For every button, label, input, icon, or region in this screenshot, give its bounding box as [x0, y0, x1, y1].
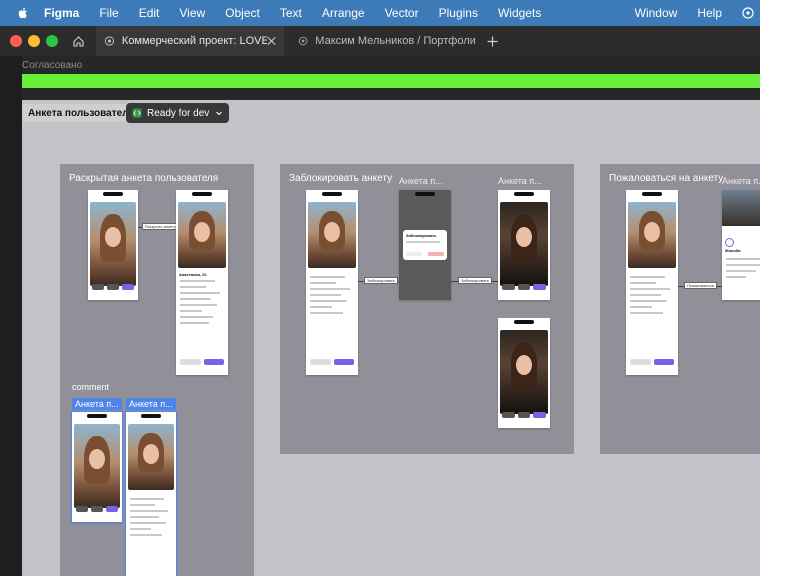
connector-tag: Заблокировать	[458, 277, 492, 284]
chevron-down-icon	[216, 111, 223, 116]
zoom-window-button[interactable]	[46, 35, 58, 47]
menu-help[interactable]: Help	[697, 6, 722, 20]
menu-view[interactable]: View	[179, 6, 205, 20]
menu-window[interactable]: Window	[635, 6, 678, 20]
frame-label: Анкета п...	[498, 176, 542, 186]
close-window-button[interactable]	[10, 35, 22, 47]
phone-frame-report-sheet[interactable]: Жалоба	[722, 190, 760, 300]
home-icon	[72, 35, 84, 47]
selected-frame-label[interactable]: Анкета п...	[126, 398, 176, 410]
selected-frame-label[interactable]: Анкета п...	[72, 398, 122, 410]
menu-vector[interactable]: Vector	[385, 6, 419, 20]
tab-bar: Коммерческий проект: LOVELY Максим Мельн…	[0, 26, 760, 57]
confirm-block-button[interactable]	[428, 252, 444, 256]
menu-widgets[interactable]: Widgets	[498, 6, 541, 20]
phone-frame-expanded[interactable]: Анастасия, 22	[176, 190, 228, 375]
connector-tag: Раскрыть анкету	[142, 223, 179, 230]
phone-frame-profile[interactable]	[88, 190, 138, 300]
phone-frame-profile[interactable]	[306, 190, 358, 375]
menu-plugins[interactable]: Plugins	[439, 6, 478, 20]
profile-photo	[500, 202, 548, 286]
report-icon	[725, 238, 734, 247]
frame-label: Анкета п...	[399, 176, 443, 186]
menu-edit[interactable]: Edit	[139, 6, 160, 20]
profile-name: Анастасия, 22	[179, 272, 207, 277]
phone-frame-profile[interactable]	[626, 190, 678, 375]
code-icon	[132, 108, 142, 118]
frame-name-label[interactable]: Анкета пользователя	[22, 104, 141, 122]
plus-icon	[487, 36, 497, 46]
tab-label: Максим Мельников / Портфолио (Co	[315, 35, 476, 47]
dialog-title: Заблокировать	[406, 233, 437, 238]
profile-photo	[628, 202, 676, 268]
profile-photo	[90, 202, 136, 286]
phone-frame-blocked-alt[interactable]	[498, 318, 550, 428]
menu-text[interactable]: Text	[280, 6, 302, 20]
frame-area[interactable]: Раскрытая анкета пользователя Раскрыть а…	[22, 100, 760, 576]
profile-photo	[500, 330, 548, 414]
section-title: Раскрытая анкета пользователя	[69, 173, 219, 184]
home-button[interactable]	[64, 26, 92, 56]
profile-photo	[178, 202, 226, 268]
menu-object[interactable]: Object	[225, 6, 260, 20]
connector-tag: Пожаловаться	[684, 282, 717, 289]
block-dialog[interactable]: Заблокировать	[403, 230, 447, 260]
profile-photo	[128, 424, 174, 490]
menu-app-figma[interactable]: Figma	[44, 6, 79, 20]
apple-icon[interactable]	[16, 6, 30, 20]
tab-portfolio[interactable]: Максим Мельников / Портфолио (Co	[290, 26, 476, 56]
phone-frame-comment[interactable]	[71, 411, 123, 523]
menu-arrange[interactable]: Arrange	[322, 6, 365, 20]
menu-bar: Figma File Edit View Object Text Arrange…	[0, 0, 760, 26]
cancel-button[interactable]	[406, 252, 422, 256]
connector-tag: Заблокировать	[364, 277, 398, 284]
tab-commercial-project[interactable]: Коммерческий проект: LOVELY	[96, 26, 284, 56]
figma-file-icon	[298, 36, 308, 46]
canvas-left-edge	[0, 56, 22, 576]
figma-file-icon	[104, 36, 114, 46]
dev-status-label: Ready for dev	[147, 107, 210, 119]
new-tab-button[interactable]	[484, 26, 500, 56]
profile-photo	[308, 202, 356, 268]
dialog-title: Жалоба	[725, 248, 741, 253]
ready-for-dev-badge[interactable]: Ready for dev	[126, 103, 230, 123]
section-block-profile[interactable]: Заблокировать анкету Анкета п... Анкета …	[280, 164, 574, 454]
profile-photo	[74, 424, 120, 508]
tab-label: Коммерческий проект: LOVELY	[121, 35, 267, 47]
close-tab-icon[interactable]	[267, 36, 276, 46]
figma-status-icon[interactable]	[742, 7, 754, 19]
frame-label: Анкета п...	[722, 176, 760, 186]
section-title: Пожаловаться на анкету	[609, 173, 724, 184]
minimize-window-button[interactable]	[28, 35, 40, 47]
status-label: Согласовано	[22, 60, 83, 71]
section-report-profile[interactable]: Пожаловаться на анкету Анкета п... Пожал…	[600, 164, 760, 454]
approved-bar	[18, 74, 760, 88]
design-canvas[interactable]: Согласовано Раскрытая анкета пользовател…	[0, 56, 760, 576]
phone-frame-block-dialog[interactable]: Заблокировать	[399, 190, 451, 300]
menu-file[interactable]: File	[99, 6, 118, 20]
comment-label: comment	[72, 382, 110, 392]
section-title: Заблокировать анкету	[289, 173, 393, 184]
phone-frame-blocked[interactable]	[498, 190, 550, 300]
figma-window: Коммерческий проект: LOVELY Максим Мельн…	[0, 26, 760, 576]
phone-frame-comment-expanded[interactable]	[125, 411, 177, 576]
